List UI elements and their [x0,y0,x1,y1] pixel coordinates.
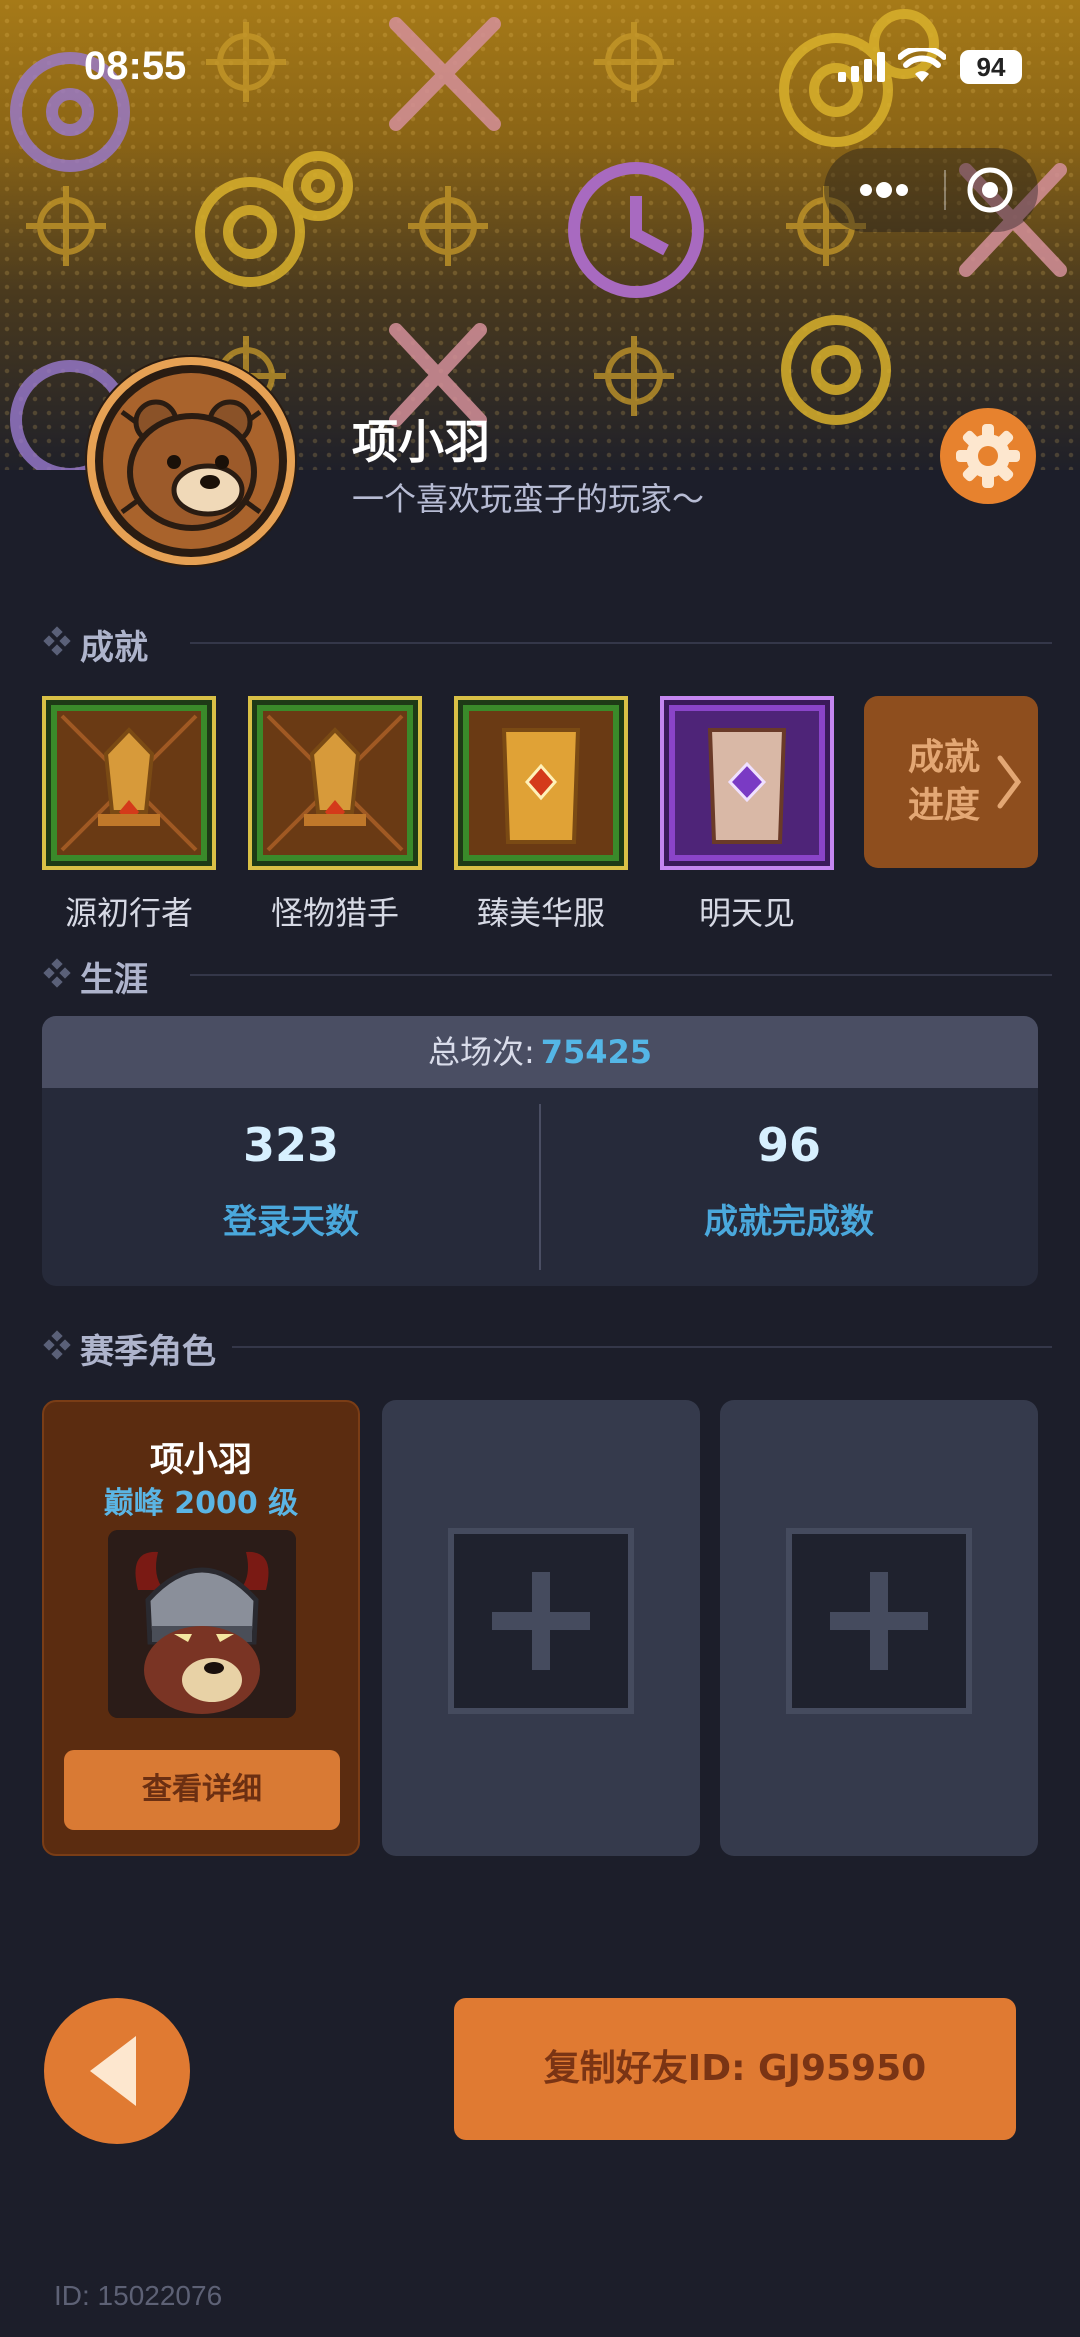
achievement-label: 怪物猎手 [270,894,399,932]
stat-login-days: 323 登录天数 [223,1118,359,1242]
chevron-right-icon [997,755,1022,809]
diamond-icon [43,626,71,656]
status-bar: 08:55 94 [0,0,1080,130]
nickname: 项小羽 [352,415,490,469]
achievement-item[interactable]: 源初行者 [42,696,216,934]
avatar[interactable] [82,352,300,570]
achievement-item[interactable]: 怪物猎手 [248,696,422,934]
add-role-slot[interactable] [786,1528,972,1714]
player-signature: 一个喜欢玩蛮子的玩家～ [352,480,705,518]
achievement-label: 明天见 [698,894,795,932]
robe-badge-icon [454,696,628,870]
card-badge-icon [660,696,834,870]
achievements-header: 成就 [42,618,1052,668]
status-time: 08:55 [84,44,187,88]
achievement-label: 臻美华服 [476,894,605,932]
user-id: ID: 15022076 [54,2280,223,2311]
miniprogram-capsule [824,148,1038,232]
divider [232,1346,1052,1348]
wifi-icon [898,48,946,82]
capsule-divider [944,170,946,210]
role-name: 项小羽 [150,1440,252,1480]
role-level: 巅峰 2000 级 [103,1486,299,1521]
achievement-progress-label: 成就 进度 [907,737,980,826]
achievement-progress-button[interactable]: 成就 进度 [864,696,1038,868]
battery-indicator: 94 [960,50,1022,84]
sword-badge-icon [248,696,422,870]
role-portrait [108,1530,296,1718]
role-card-empty[interactable] [382,1400,700,1856]
warrior-portrait-icon [108,1530,296,1718]
close-target-icon[interactable] [954,162,1026,218]
diamond-icon [43,1330,71,1360]
back-arrow-icon[interactable] [44,1998,190,2144]
season-roles-title: 赛季角色 [80,1332,216,1372]
stat-achievements-completed: 96 成就完成数 [704,1118,874,1242]
career-title: 生涯 [80,960,148,1000]
achievement-item[interactable]: 臻美华服 [454,696,628,934]
more-icon[interactable] [838,162,928,218]
role-card[interactable]: 项小羽 巅峰 2000 级 查看详细 [42,1400,360,1856]
divider [190,642,1052,644]
achievement-label: 源初行者 [64,894,193,932]
career-header: 生涯 [42,950,1052,1000]
achievements-title: 成就 [80,628,148,668]
gear-icon[interactable] [940,408,1036,504]
divider [190,974,1052,976]
total-matches: 总场次: 75425 [42,1016,1038,1088]
diamond-icon [43,958,71,988]
plus-icon [492,1572,590,1670]
view-details-button[interactable]: 查看详细 [64,1750,340,1830]
add-role-slot[interactable] [448,1528,634,1714]
career-stats-panel: 总场次: 75425 323 登录天数 96 成就完成数 [42,1016,1038,1286]
sword-badge-icon [42,696,216,870]
season-roles-header: 赛季角色 [42,1322,1052,1372]
role-card-empty[interactable] [720,1400,1038,1856]
signal-icon [838,52,885,82]
copy-friend-id-button[interactable]: 复制好友ID: GJ95950 [454,1998,1016,2140]
bear-avatar-icon [85,355,297,567]
plus-icon [830,1572,928,1670]
achievement-item[interactable]: 明天见 [660,696,834,934]
